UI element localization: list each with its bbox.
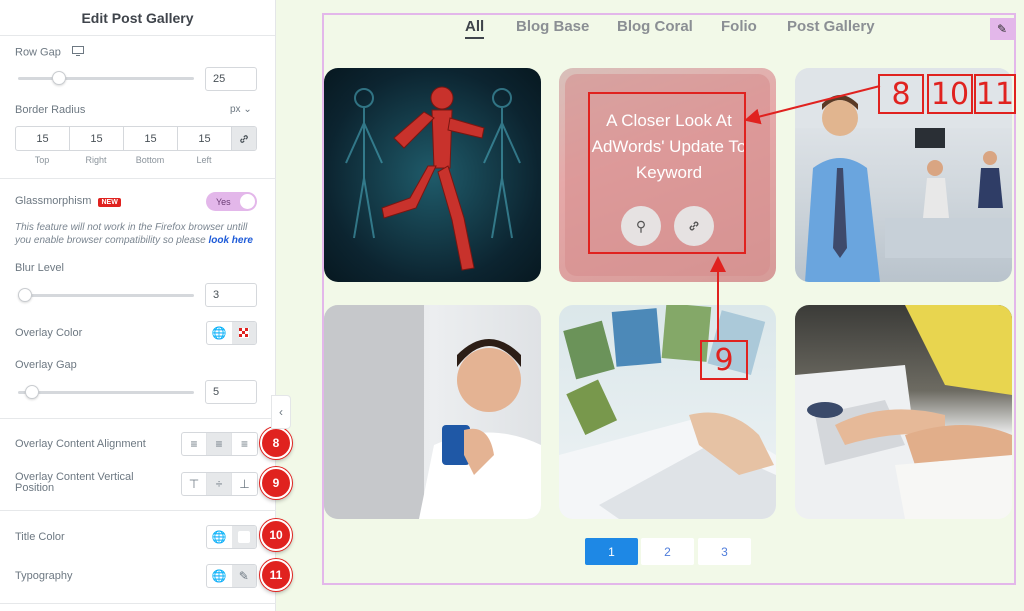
annotation-arrows: [710, 85, 881, 340]
page-1-button[interactable]: 1: [585, 538, 638, 565]
page-2-button[interactable]: 2: [641, 538, 694, 565]
page-3-button[interactable]: 3: [698, 538, 751, 565]
